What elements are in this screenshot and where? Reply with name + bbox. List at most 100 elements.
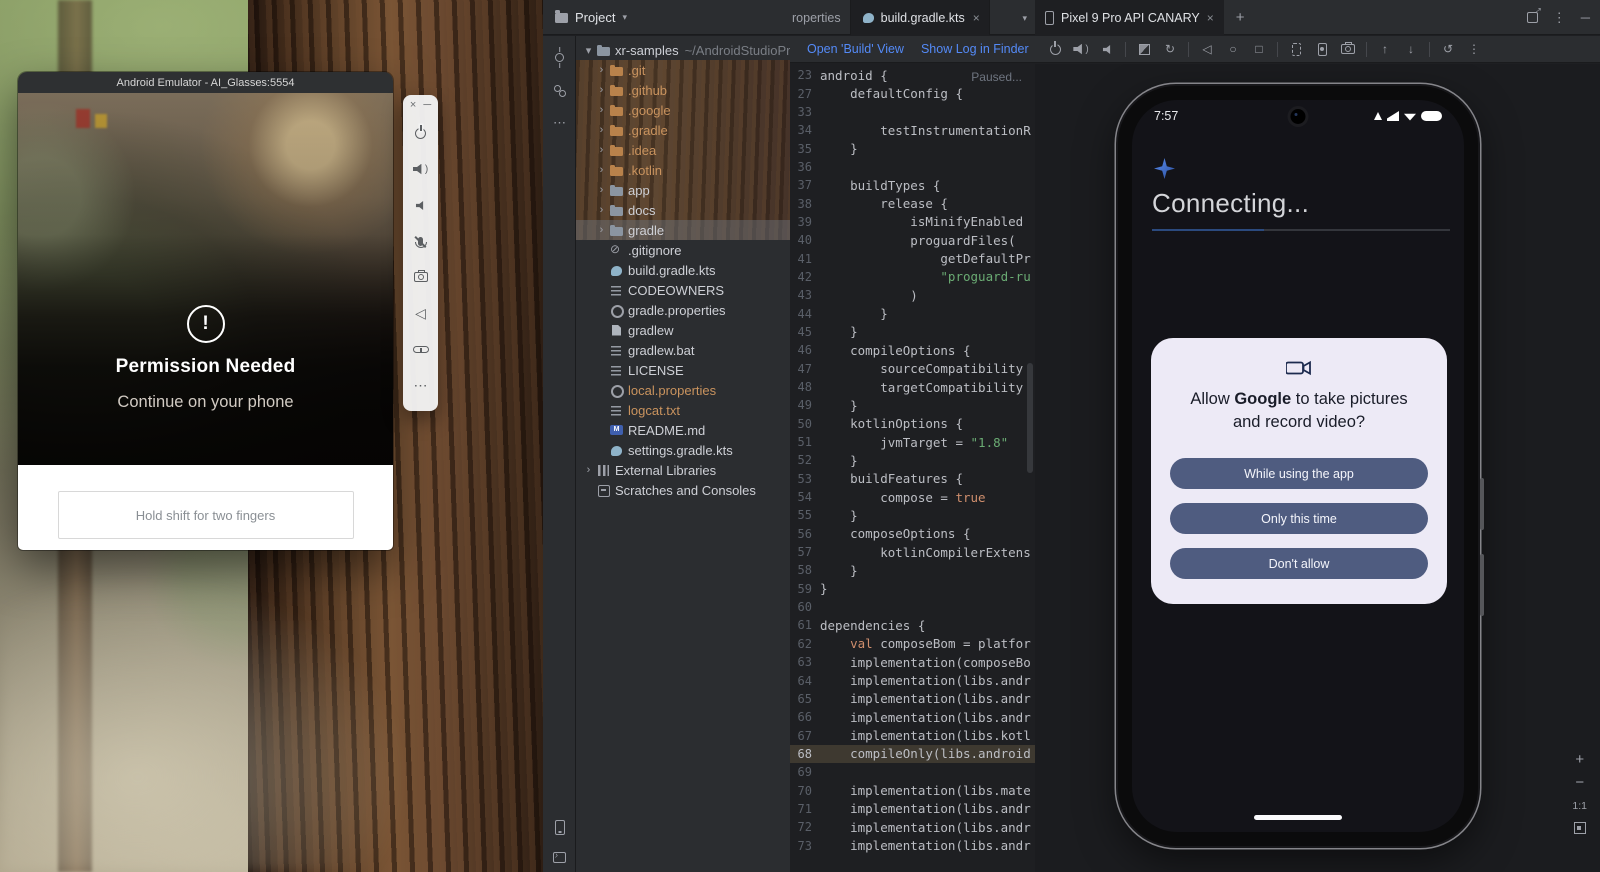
volume-down-icon[interactable] bbox=[1099, 41, 1115, 57]
back-icon[interactable]: ◁ bbox=[403, 295, 438, 331]
chevron-down-icon[interactable]: ▾ bbox=[622, 12, 627, 23]
close-tab-icon[interactable]: × bbox=[973, 11, 980, 25]
fold-device-icon[interactable] bbox=[1136, 41, 1152, 57]
back-icon[interactable]: ◁ bbox=[1199, 41, 1215, 57]
rotate-icon[interactable]: ↻ bbox=[1162, 41, 1178, 57]
project-panel-header[interactable]: Project ▾ bbox=[543, 0, 790, 35]
code-line-67[interactable]: 67 implementation(libs.kotl bbox=[790, 726, 1035, 744]
code-line-50[interactable]: 50 kotlinOptions { bbox=[790, 415, 1035, 433]
code-line-40[interactable]: 40 proguardFiles( bbox=[790, 231, 1035, 249]
commit-tool-icon[interactable] bbox=[543, 44, 576, 70]
kebab-menu-icon[interactable]: ⋮ bbox=[1553, 10, 1566, 26]
chevron-icon[interactable]: › bbox=[595, 144, 608, 156]
code-line-72[interactable]: 72 implementation(libs.andr bbox=[790, 818, 1035, 836]
navigation-handle[interactable] bbox=[1254, 815, 1342, 820]
code-line-55[interactable]: 55 } bbox=[790, 506, 1035, 524]
xr-glasses-icon[interactable] bbox=[403, 331, 438, 367]
tree-item-app[interactable]: ›app bbox=[576, 180, 790, 200]
code-editor[interactable]: Open 'Build' View Show Log in Finder Pau… bbox=[790, 36, 1035, 872]
upload-icon[interactable]: ↑ bbox=[1377, 41, 1393, 57]
tree-item-gradlew-bat[interactable]: gradlew.bat bbox=[576, 340, 790, 360]
overview-icon[interactable]: □ bbox=[1251, 41, 1267, 57]
tree-item--idea[interactable]: ›.idea bbox=[576, 140, 790, 160]
tab-build-gradle-kts[interactable]: build.gradle.kts × bbox=[851, 0, 990, 35]
chevron-icon[interactable]: › bbox=[595, 84, 608, 96]
tree-item-gradle-properties[interactable]: gradle.properties bbox=[576, 300, 790, 320]
more-icon[interactable]: ⋮ bbox=[1466, 41, 1482, 57]
chevron-icon[interactable]: › bbox=[595, 164, 608, 176]
code-area[interactable]: Paused... 23android {27 defaultConfig {3… bbox=[790, 63, 1035, 855]
code-line-73[interactable]: 73 implementation(libs.andr bbox=[790, 836, 1035, 854]
camera-icon[interactable] bbox=[1340, 41, 1356, 57]
tree-item-docs[interactable]: ›docs bbox=[576, 200, 790, 220]
code-line-70[interactable]: 70 implementation(libs.mate bbox=[790, 781, 1035, 799]
tree-item-external-libraries[interactable]: ›External Libraries bbox=[576, 460, 790, 480]
home-icon[interactable]: ○ bbox=[1225, 41, 1241, 57]
tree-item--gradle[interactable]: ›.gradle bbox=[576, 120, 790, 140]
emulator-toolbar[interactable]: × ─ ) ◁ ⋯ bbox=[403, 95, 438, 411]
code-line-52[interactable]: 52 } bbox=[790, 451, 1035, 469]
code-line-33[interactable]: 33 bbox=[790, 103, 1035, 121]
code-line-48[interactable]: 48 targetCompatibility bbox=[790, 378, 1035, 396]
chevron-icon[interactable]: › bbox=[595, 204, 608, 216]
tree-item-readme-md[interactable]: README.md bbox=[576, 420, 790, 440]
code-line-37[interactable]: 37 buildTypes { bbox=[790, 176, 1035, 194]
minimize-icon[interactable]: ─ bbox=[423, 99, 431, 111]
mic-off-icon[interactable] bbox=[403, 223, 438, 259]
code-line-47[interactable]: 47 sourceCompatibility bbox=[790, 360, 1035, 378]
chevron-icon[interactable]: › bbox=[595, 124, 608, 136]
while-using-app-button[interactable]: While using the app bbox=[1170, 458, 1428, 489]
tree-item--kotlin[interactable]: ›.kotlin bbox=[576, 160, 790, 180]
chevron-icon[interactable]: ▾ bbox=[582, 44, 595, 57]
download-icon[interactable]: ↓ bbox=[1403, 41, 1419, 57]
code-line-27[interactable]: 27 defaultConfig { bbox=[790, 84, 1035, 102]
more-icon[interactable]: ⋯ bbox=[403, 367, 438, 403]
code-line-68[interactable]: 68 compileOnly(libs.android bbox=[790, 745, 1035, 763]
open-in-new-window-icon[interactable] bbox=[1527, 12, 1538, 23]
code-line-61[interactable]: 61dependencies { bbox=[790, 616, 1035, 634]
tree-item-license[interactable]: LICENSE bbox=[576, 360, 790, 380]
pixel-9-pro-mirror[interactable]: 7:57 Connecting... bbox=[1118, 86, 1478, 846]
chevron-icon[interactable]: › bbox=[595, 104, 608, 116]
open-build-view-link[interactable]: Open 'Build' View bbox=[807, 42, 904, 56]
dont-allow-button[interactable]: Don't allow bbox=[1170, 548, 1428, 579]
code-line-44[interactable]: 44 } bbox=[790, 304, 1035, 322]
code-line-59[interactable]: 59} bbox=[790, 580, 1035, 598]
chevron-icon[interactable]: › bbox=[595, 224, 608, 236]
code-line-60[interactable]: 60 bbox=[790, 598, 1035, 616]
code-line-46[interactable]: 46 compileOptions { bbox=[790, 341, 1035, 359]
zoom-ratio-label[interactable]: 1:1 bbox=[1572, 799, 1587, 813]
code-line-56[interactable]: 56 composeOptions { bbox=[790, 525, 1035, 543]
tree-item-xr-samples[interactable]: ▾xr-samples~/AndroidStudioProj bbox=[576, 40, 790, 60]
tree-item-settings-gradle-kts[interactable]: settings.gradle.kts bbox=[576, 440, 790, 460]
volume-up-icon[interactable]: ) bbox=[1073, 41, 1089, 57]
code-line-39[interactable]: 39 isMinifyEnabled bbox=[790, 213, 1035, 231]
add-device-tab-icon[interactable]: + bbox=[1224, 0, 1257, 35]
pull-requests-tool-icon[interactable] bbox=[543, 78, 576, 104]
tree-item-scratches-and-consoles[interactable]: Scratches and Consoles bbox=[576, 480, 790, 500]
code-line-63[interactable]: 63 implementation(composeBo bbox=[790, 653, 1035, 671]
code-line-45[interactable]: 45 } bbox=[790, 323, 1035, 341]
tree-item-gradle[interactable]: ›gradle bbox=[576, 220, 790, 240]
code-line-34[interactable]: 34 testInstrumentationR bbox=[790, 121, 1035, 139]
code-line-71[interactable]: 71 implementation(libs.andr bbox=[790, 800, 1035, 818]
power-icon[interactable] bbox=[403, 115, 438, 151]
tab-list-chevron-icon[interactable]: ▾ bbox=[1022, 13, 1027, 24]
screenshot-icon[interactable] bbox=[1288, 41, 1304, 57]
camera-icon[interactable] bbox=[403, 259, 438, 295]
chevron-icon[interactable]: › bbox=[595, 184, 608, 196]
code-line-54[interactable]: 54 compose = true bbox=[790, 488, 1035, 506]
code-line-66[interactable]: 66 implementation(libs.andr bbox=[790, 708, 1035, 726]
code-line-69[interactable]: 69 bbox=[790, 763, 1035, 781]
zoom-out-button[interactable]: − bbox=[1575, 776, 1584, 790]
tree-item--google[interactable]: ›.google bbox=[576, 100, 790, 120]
tree-item--gitignore[interactable]: .gitignore bbox=[576, 240, 790, 260]
volume-down-icon[interactable] bbox=[403, 187, 438, 223]
editor-scrollbar[interactable] bbox=[1027, 363, 1033, 473]
code-line-43[interactable]: 43 ) bbox=[790, 286, 1035, 304]
code-line-36[interactable]: 36 bbox=[790, 158, 1035, 176]
only-this-time-button[interactable]: Only this time bbox=[1170, 503, 1428, 534]
tree-item-build-gradle-kts[interactable]: build.gradle.kts bbox=[576, 260, 790, 280]
tab-device-pixel-9-pro[interactable]: Pixel 9 Pro API CANARY × bbox=[1035, 0, 1224, 35]
tab-gradle-properties[interactable]: roperties bbox=[790, 0, 851, 35]
